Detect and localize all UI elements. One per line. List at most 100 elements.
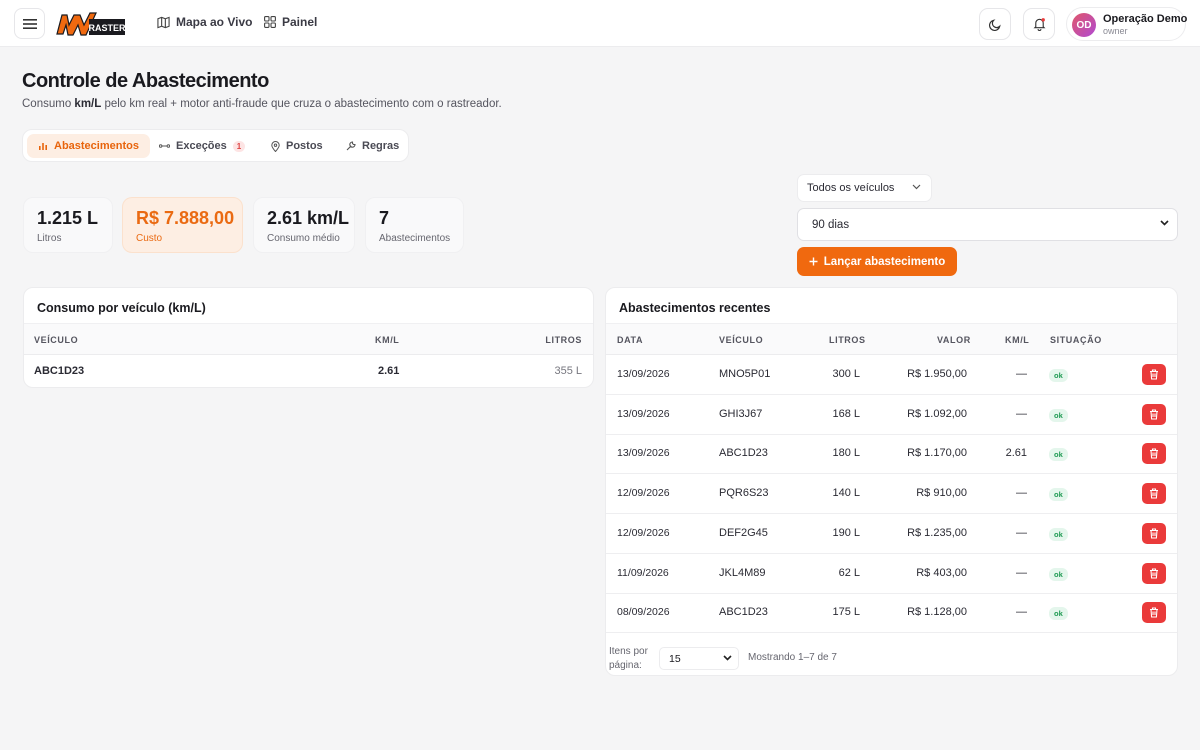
chevron-down-icon: [912, 184, 921, 190]
chevron-down-icon: [723, 655, 732, 661]
table-row[interactable]: 12/09/2026 DEF2G45 190 L R$ 1.235,00 — ok: [606, 514, 1177, 554]
delete-button[interactable]: [1142, 562, 1166, 584]
col-vehicle: VEÍCULO: [719, 335, 764, 345]
plus-icon: [809, 257, 818, 266]
recent-fuelings-card: Abastecimentos recentes DATA VEÍCULO LIT…: [605, 287, 1178, 676]
consumption-table-header: VEÍCULO KM/L LITROS: [24, 323, 593, 355]
tab-stations-label: Postos: [286, 140, 323, 152]
col-date: DATA: [617, 335, 644, 345]
trash-icon: [1150, 369, 1158, 380]
table-row[interactable]: 13/09/2026 MNO5P01 300 L R$ 1.950,00 — ok: [606, 355, 1177, 395]
nav-dashboard-label: Painel: [282, 15, 318, 29]
bell-icon: [1033, 18, 1045, 31]
stat-liters: 1.215 L Litros: [23, 197, 113, 253]
row-value: R$ 1.170,00: [907, 447, 967, 460]
top-bar: RASTER Mapa ao Vivo Painel OD Operação D…: [0, 0, 1200, 47]
col-vehicle: VEÍCULO: [34, 335, 79, 345]
stat-cost: R$ 7.888,00 Custo: [122, 197, 243, 253]
period-select[interactable]: 90 dias: [797, 208, 1178, 241]
row-value: R$ 1.092,00: [907, 407, 967, 420]
notifications-button[interactable]: [1023, 8, 1055, 40]
subtitle-post: pelo km real + motor anti-fraude que cru…: [101, 98, 502, 110]
table-row[interactable]: 13/09/2026 ABC1D23 180 L R$ 1.170,00 2.61 ok: [606, 434, 1177, 475]
table-row[interactable]: 12/09/2026 PQR6S23 140 L R$ 910,00 — ok: [606, 474, 1177, 515]
page-size-value: 15: [669, 652, 681, 665]
row-value: R$ 1.128,00: [907, 606, 967, 619]
row-kml: —: [1016, 566, 1027, 579]
row-vehicle: ABC1D23: [719, 447, 768, 460]
user-name: Operação Demo: [1103, 13, 1188, 25]
col-liters: LITROS: [545, 335, 582, 345]
table-row[interactable]: ABC1D23 2.61 355 L: [24, 355, 593, 387]
tab-fuelings-label: Abastecimentos: [54, 140, 139, 152]
row-kml: —: [1016, 407, 1027, 420]
stat-avg-consumption-value: 2.61 km/L: [267, 208, 350, 228]
nav-dashboard[interactable]: Painel: [264, 15, 317, 29]
nav-live-map-label: Mapa ao Vivo: [176, 15, 253, 29]
trash-icon: [1150, 409, 1158, 420]
row-liters: 180 L: [832, 447, 860, 460]
delete-button[interactable]: [1142, 443, 1166, 465]
row-date: 13/09/2026: [617, 447, 670, 460]
row-kml: 2.61: [378, 365, 400, 377]
tab-rules[interactable]: Regras: [335, 134, 410, 158]
status-badge: ok: [1049, 527, 1068, 541]
row-liters: 62 L: [838, 566, 860, 579]
route-icon: [159, 144, 170, 148]
map-pin-icon: [271, 140, 280, 152]
avatar: OD: [1072, 13, 1096, 37]
delete-button[interactable]: [1142, 522, 1166, 544]
nav-live-map[interactable]: Mapa ao Vivo: [157, 15, 252, 29]
row-liters: 355 L: [554, 365, 582, 377]
col-liters: LITROS: [829, 335, 866, 345]
status-badge: ok: [1049, 408, 1068, 422]
vehicle-filter-value: Todos os veículos: [807, 182, 895, 194]
stat-liters-label: Litros: [37, 233, 62, 244]
row-date: 13/09/2026: [617, 407, 670, 420]
row-liters: 300 L: [832, 368, 860, 380]
stat-cost-label: Custo: [136, 233, 163, 244]
tab-stations[interactable]: Postos: [260, 134, 334, 158]
tab-exceptions[interactable]: Exceções 1: [148, 134, 256, 158]
launch-fueling-label: Lançar abastecimento: [823, 255, 946, 268]
row-date: 08/09/2026: [617, 606, 670, 619]
stat-cost-value: R$ 7.888,00: [136, 208, 235, 228]
row-vehicle: PQR6S23: [719, 487, 769, 500]
row-vehicle: MNO5P01: [719, 368, 771, 380]
delete-button[interactable]: [1142, 364, 1166, 385]
delete-button[interactable]: [1142, 602, 1166, 624]
table-row[interactable]: 08/09/2026 ABC1D23 175 L R$ 1.128,00 — ok: [606, 593, 1177, 634]
theme-toggle-button[interactable]: [979, 8, 1011, 40]
chevron-down-icon: [1160, 220, 1169, 226]
stat-fueling-count-value: 7: [379, 208, 390, 228]
grid-icon: [264, 16, 276, 28]
menu-button[interactable]: [14, 8, 45, 39]
status-badge: ok: [1049, 567, 1068, 581]
launch-fueling-button[interactable]: Lançar abastecimento: [797, 247, 957, 276]
tab-exceptions-label: Exceções: [176, 140, 227, 152]
delete-button[interactable]: [1142, 403, 1166, 425]
vehicle-filter-select[interactable]: Todos os veículos: [797, 174, 932, 202]
svg-text:RASTER: RASTER: [88, 23, 126, 33]
trash-icon: [1150, 567, 1158, 579]
status-badge: ok: [1049, 448, 1068, 462]
stat-fueling-count: 7 Abastecimentos: [365, 197, 464, 253]
tab-bar: Abastecimentos Exceções 1 Postos Regras: [22, 129, 409, 162]
stat-avg-consumption: 2.61 km/L Consumo médio: [253, 197, 355, 253]
row-kml: —: [1016, 606, 1027, 619]
logo[interactable]: RASTER: [56, 11, 126, 37]
recent-table-header: DATA VEÍCULO LITROS VALOR KM/L SITUAÇÃO: [606, 323, 1177, 355]
trash-icon: [1150, 607, 1158, 618]
page-title: Controle de Abastecimento: [22, 70, 269, 92]
page-size-select[interactable]: 15: [659, 647, 739, 670]
table-row[interactable]: 11/09/2026 JKL4M89 62 L R$ 403,00 — ok: [606, 554, 1177, 594]
consumption-by-vehicle-card: Consumo por veículo (km/L) VEÍCULO KM/L …: [23, 287, 594, 388]
tab-fuelings[interactable]: Abastecimentos: [27, 134, 150, 158]
user-menu[interactable]: OD Operação Demo owner: [1066, 7, 1188, 41]
row-vehicle: DEF2G45: [719, 526, 768, 539]
delete-button[interactable]: [1142, 483, 1166, 505]
trash-icon: [1150, 448, 1158, 459]
table-row[interactable]: 13/09/2026 GHI3J67 168 L R$ 1.092,00 — ok: [606, 395, 1177, 435]
trash-icon: [1150, 528, 1158, 539]
page-subtitle: Consumo km/L pelo km real + motor anti-f…: [22, 98, 502, 110]
